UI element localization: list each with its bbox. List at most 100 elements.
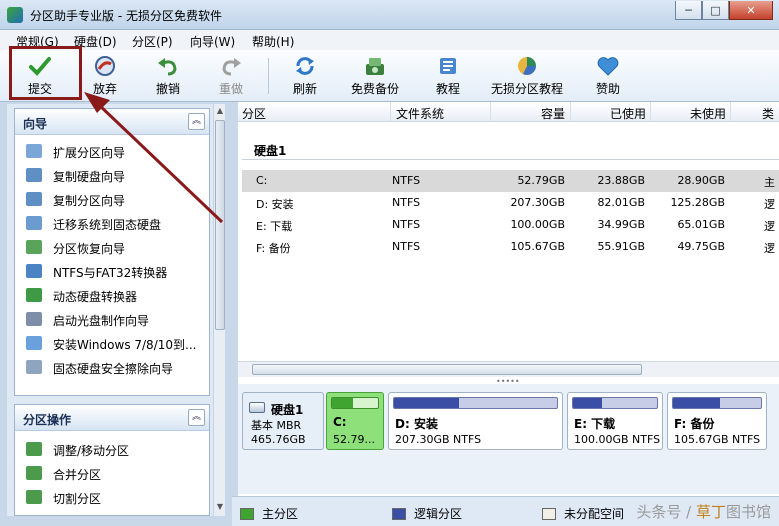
cell-free: 65.01GB: [677, 218, 725, 231]
wizard-item-extend-partition[interactable]: 扩展分区向导: [15, 139, 209, 163]
disk-box[interactable]: 硬盘1 基本 MBR 465.76GB: [242, 392, 324, 450]
wizard-item-copy-partition[interactable]: 复制分区向导: [15, 187, 209, 211]
app-icon: [7, 7, 23, 23]
cell-free: 125.28GB: [670, 196, 725, 209]
wizard-group-header: 向导 ︽: [15, 109, 209, 135]
col-filesystem[interactable]: 文件系统: [396, 105, 444, 122]
undo-button[interactable]: 撤销: [155, 54, 181, 97]
menu-help[interactable]: 帮助(H): [252, 33, 294, 50]
left-panel-scroll-thumb[interactable]: [215, 120, 225, 330]
collapse-partition-ops-button[interactable]: ︽: [188, 409, 205, 426]
disk-icon: [249, 402, 265, 413]
refresh-button[interactable]: 刷新: [292, 54, 318, 97]
cell-used: 55.91GB: [597, 240, 645, 253]
legend-label: 逻辑分区: [414, 507, 463, 521]
scroll-up-arrow[interactable]: ▲: [215, 106, 225, 118]
partition-box-c[interactable]: C: 52.79...: [326, 392, 384, 450]
table-row[interactable]: F: 备份 NTFS 105.67GB 55.91GB 49.75GB 逻: [242, 236, 779, 258]
menu-partition[interactable]: 分区(P): [132, 33, 173, 50]
wizard-item-ntfs-fat32[interactable]: NTFS与FAT32转换器: [15, 259, 209, 283]
table-row[interactable]: E: 下载 NTFS 100.00GB 34.99GB 65.01GB 逻: [242, 214, 779, 236]
watermark-text: 草丁: [695, 503, 726, 521]
free-backup-button[interactable]: 免费备份: [351, 54, 399, 97]
legend-label: 未分配空间: [564, 507, 625, 521]
discard-button[interactable]: 放弃: [92, 54, 118, 97]
watermark-text: 头条号 /: [636, 503, 696, 521]
op-merge[interactable]: 合并分区: [15, 461, 209, 485]
partition-info: 207.30GB NTFS: [395, 433, 482, 446]
list-scroll-thumb[interactable]: [252, 364, 642, 375]
wizard-group-title: 向导: [23, 117, 48, 131]
cell-free: 49.75GB: [677, 240, 725, 253]
column-header: 分区 文件系统 容量 已使用 未使用 类: [238, 102, 779, 122]
backup-icon: [362, 54, 388, 78]
close-button[interactable]: ✕: [729, 1, 773, 20]
redo-button[interactable]: 重做: [218, 54, 244, 97]
scroll-down-arrow[interactable]: ▼: [215, 502, 225, 514]
list-horizontal-scrollbar[interactable]: [238, 361, 779, 377]
tutorial-icon: [435, 54, 461, 78]
tutorial-button[interactable]: 教程: [435, 54, 461, 97]
unallocated-swatch: [542, 508, 556, 520]
cell-name: F: 备份: [256, 242, 291, 255]
partition-ops-header: 分区操作 ︽: [15, 405, 209, 431]
window-title: 分区助手专业版 - 无损分区免费软件: [30, 9, 222, 23]
menu-bar: 常规(G) 硬盘(D) 分区(P) 向导(W) 帮助(H): [0, 30, 779, 50]
wizard-item-ssd-erase[interactable]: 固态硬盘安全擦除向导: [15, 355, 209, 379]
ssd-erase-icon: [26, 360, 42, 374]
partition-tutorial-icon: [514, 54, 540, 78]
wizard-item-boot-cd[interactable]: 启动光盘制作向导: [15, 307, 209, 331]
usage-bar: [331, 397, 379, 409]
extend-partition-icon: [26, 144, 42, 158]
wizard-item-dynamic-disk[interactable]: 动态硬盘转换器: [15, 283, 209, 307]
disk-label: 硬盘1: [254, 144, 287, 158]
col-sep: [390, 102, 391, 122]
col-free[interactable]: 未使用: [690, 105, 726, 122]
col-partition[interactable]: 分区: [242, 105, 266, 122]
title-bar: 分区助手专业版 - 无损分区免费软件 ─ □ ✕: [0, 0, 779, 30]
cell-used: 82.01GB: [597, 196, 645, 209]
install-windows-icon: [26, 336, 42, 350]
wizard-item-partition-recovery[interactable]: 分区恢复向导: [15, 235, 209, 259]
partition-ops-title: 分区操作: [23, 413, 72, 427]
partition-box-d[interactable]: D: 安装 207.30GB NTFS: [388, 392, 563, 450]
wizard-item-copy-disk[interactable]: 复制硬盘向导: [15, 163, 209, 187]
boot-cd-icon: [26, 312, 42, 326]
sponsor-button[interactable]: 赞助: [595, 54, 621, 97]
cell-name: E: 下载: [256, 220, 293, 233]
op-resize-move[interactable]: 调整/移动分区: [15, 437, 209, 461]
maximize-button[interactable]: □: [702, 1, 729, 20]
minimize-button[interactable]: ─: [675, 1, 702, 20]
partition-tutorial-button[interactable]: 无损分区教程: [491, 54, 563, 97]
migrate-ssd-icon: [26, 216, 42, 230]
cell-used: 23.88GB: [597, 174, 645, 187]
partition-box-f[interactable]: F: 备份 105.67GB NTFS: [667, 392, 767, 450]
col-used[interactable]: 已使用: [610, 105, 646, 122]
legend-unallocated: 未分配空间: [542, 505, 624, 522]
disk-size: 465.76GB: [251, 433, 306, 446]
op-split[interactable]: 切割分区: [15, 485, 209, 509]
partition-info: 100.00GB NTFS: [574, 433, 661, 446]
table-row[interactable]: D: 安装 NTFS 207.30GB 82.01GB 125.28GB 逻: [242, 192, 779, 214]
legend-primary: 主分区: [240, 505, 298, 522]
copy-disk-icon: [26, 168, 42, 182]
wizard-item-migrate-ssd[interactable]: 迁移系统到固态硬盘: [15, 211, 209, 235]
ntfs-fat32-icon: [26, 264, 42, 278]
partition-box-e[interactable]: E: 下载 100.00GB NTFS: [567, 392, 663, 450]
menu-wizard[interactable]: 向导(W): [190, 33, 235, 50]
resize-move-icon: [26, 442, 42, 456]
primary-swatch: [240, 508, 254, 520]
wizard-item-install-windows[interactable]: 安装Windows 7/8/10到...: [15, 331, 209, 355]
left-panel-scrollbar[interactable]: ▲ ▼: [213, 104, 225, 516]
col-capacity[interactable]: 容量: [541, 105, 565, 122]
disk-divider: [242, 159, 779, 160]
cell-capacity: 100.00GB: [510, 218, 565, 231]
table-row[interactable]: C: NTFS 52.79GB 23.88GB 28.90GB 主: [242, 170, 779, 192]
collapse-wizard-button[interactable]: ︽: [188, 113, 205, 130]
usage-bar: [672, 397, 762, 409]
dynamic-disk-icon: [26, 288, 42, 302]
col-type[interactable]: 类: [762, 105, 774, 122]
watermark: 头条号 / 草丁图书馆: [636, 501, 771, 522]
cell-capacity: 52.79GB: [517, 174, 565, 187]
toolbar: 提交 放弃 撤销 重做 刷新 免费备份 教程 无损分区教程 赞助: [0, 50, 779, 102]
